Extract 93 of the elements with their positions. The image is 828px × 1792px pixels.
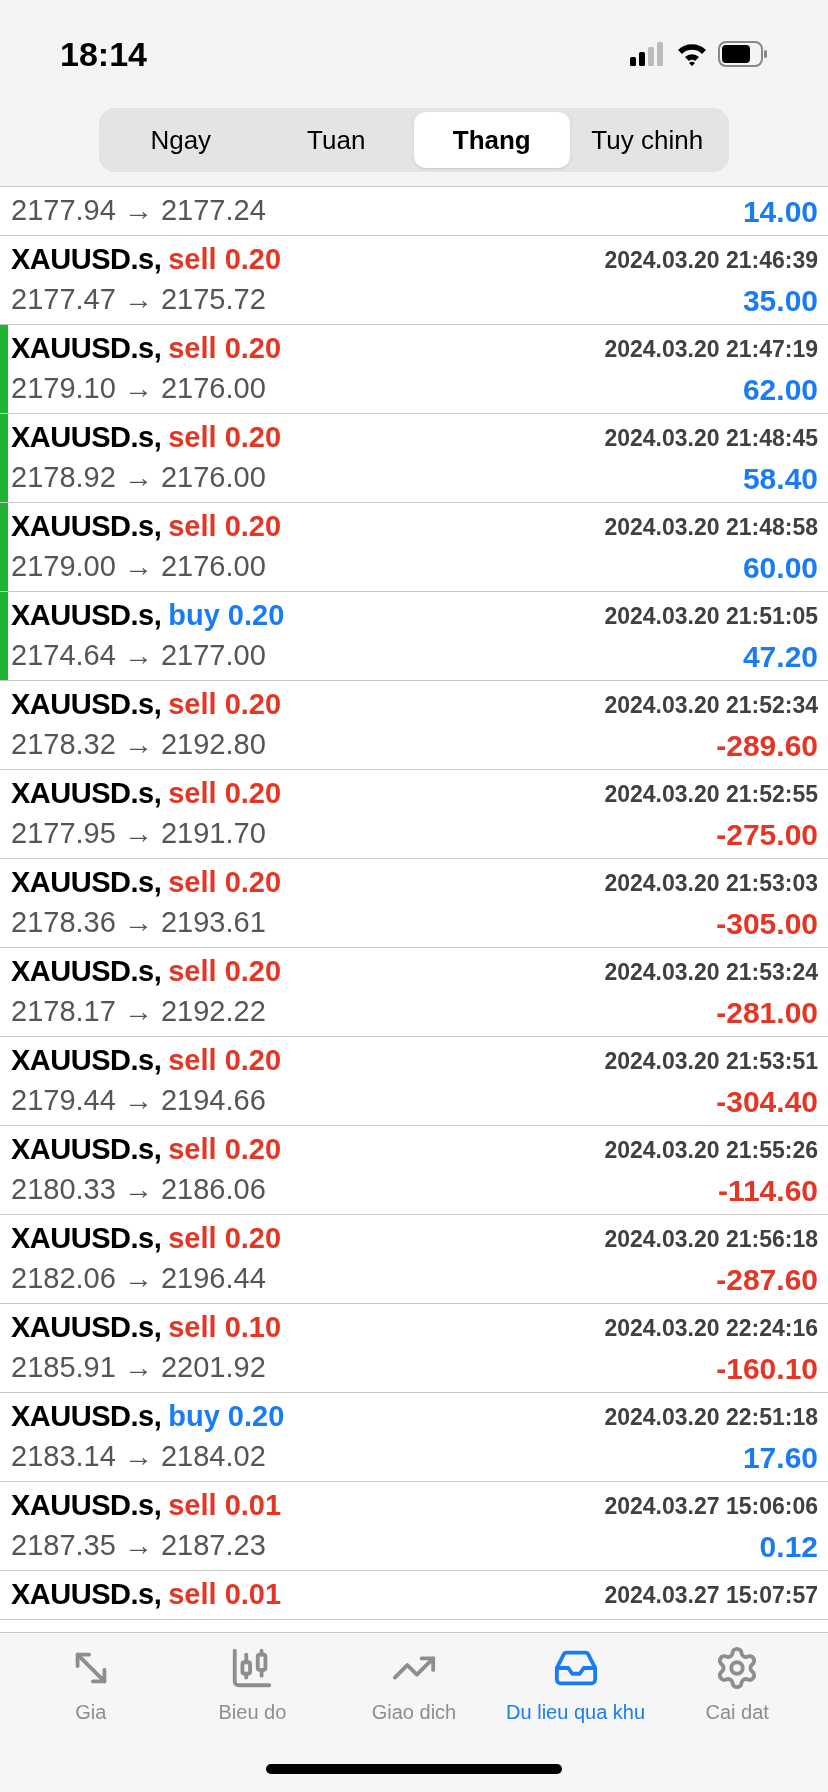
symbol-label: XAUUSD.s, — [11, 687, 162, 723]
profit-value: -289.60 — [716, 727, 818, 764]
status-time: 18:14 — [60, 33, 147, 75]
battery-icon — [718, 41, 768, 67]
deal-time: 2024.03.20 21:56:18 — [604, 1224, 818, 1254]
price-range: 2179.44 → 2194.66 — [11, 1083, 266, 1119]
deal-time: 2024.03.20 21:46:39 — [604, 245, 818, 275]
order-label: sell 0.20 — [168, 954, 282, 990]
profit-value: 0.12 — [759, 1528, 818, 1565]
profit-value: -304.40 — [716, 1083, 818, 1120]
order-label: sell 0.20 — [168, 509, 282, 545]
deal-time: 2024.03.20 21:52:34 — [604, 690, 818, 720]
profit-value: -305.00 — [716, 905, 818, 942]
deal-time: 2024.03.20 21:51:05 — [604, 601, 818, 631]
profit-value: -275.00 — [716, 816, 818, 853]
period-tab[interactable]: Tuan — [258, 112, 414, 168]
symbol-label: XAUUSD.s, — [11, 1132, 162, 1168]
price-range: 2185.91 → 2201.92 — [11, 1350, 266, 1386]
price-range: 2177.47 → 2175.72 — [11, 282, 266, 318]
symbol-label: XAUUSD.s, — [11, 331, 162, 367]
price-range: 2177.95 → 2191.70 — [11, 816, 266, 852]
deal-time: 2024.03.20 22:51:18 — [604, 1402, 818, 1432]
signal-icon — [630, 42, 666, 66]
profit-value: -114.60 — [717, 1172, 818, 1209]
order-label: sell 0.20 — [168, 420, 282, 456]
price-range: 2180.33 → 2186.06 — [11, 1172, 266, 1208]
tab-bar-item[interactable]: Giao dich — [334, 1645, 494, 1727]
deal-time: 2024.03.20 21:53:24 — [604, 957, 818, 987]
tab-bar-item[interactable]: Gia — [10, 1645, 171, 1727]
symbol-label: XAUUSD.s, — [11, 509, 162, 545]
profit-value: 17.60 — [742, 1439, 818, 1476]
deal-time: 2024.03.27 15:07:57 — [604, 1580, 818, 1610]
profit-value: 35.00 — [742, 282, 818, 319]
price-range: 2179.10 → 2176.00 — [11, 371, 266, 407]
deal-time: 2024.03.20 21:48:45 — [604, 423, 818, 453]
price-range: 2179.00 → 2176.00 — [11, 549, 266, 585]
deal-time: 2024.03.20 22:24:16 — [604, 1313, 818, 1343]
deal-time: 2024.03.20 21:52:55 — [604, 779, 818, 809]
tab-bar-item[interactable]: Du lieu qua khu — [495, 1645, 656, 1727]
order-label: sell 0.20 — [168, 242, 282, 278]
price-range: 2187.35 → 2187.23 — [11, 1528, 266, 1564]
wifi-icon — [676, 42, 708, 66]
price-range: 2178.17 → 2192.22 — [11, 994, 266, 1030]
order-label: buy 0.20 — [168, 598, 285, 634]
profit-value: 58.40 — [742, 460, 818, 497]
price-range: 2178.32 → 2192.80 — [11, 727, 266, 763]
profit-value: -287.60 — [716, 1261, 818, 1298]
deal-time: 2024.03.20 21:47:19 — [604, 334, 818, 364]
deal-time: 2024.03.27 15:06:06 — [604, 1491, 818, 1521]
order-label: sell 0.20 — [168, 865, 282, 901]
price-range: 2182.06 → 2196.44 — [11, 1261, 266, 1297]
symbol-label: XAUUSD.s, — [11, 420, 162, 456]
period-tab[interactable]: Ngay — [103, 112, 259, 168]
profit-value: -281.00 — [716, 994, 818, 1031]
price-range: 2174.64 → 2177.00 — [11, 638, 266, 674]
price-range: 2183.14 → 2184.02 — [11, 1439, 266, 1475]
order-label: sell 0.10 — [168, 1310, 282, 1346]
price-range: 2178.92 → 2176.00 — [11, 460, 266, 496]
deal-time: 2024.03.20 21:53:03 — [604, 868, 818, 898]
order-label: sell 0.20 — [168, 1043, 282, 1079]
deal-time: 2024.03.20 21:55:26 — [604, 1135, 818, 1165]
profit-value: 14.00 — [742, 193, 818, 230]
symbol-label: XAUUSD.s, — [11, 1043, 162, 1079]
profit-value: 47.20 — [742, 638, 818, 675]
order-label: sell 0.01 — [168, 1577, 282, 1613]
symbol-label: XAUUSD.s, — [11, 954, 162, 990]
order-label: sell 0.20 — [168, 776, 282, 812]
profit-value: -160.10 — [716, 1350, 818, 1387]
order-label: buy 0.20 — [168, 1399, 285, 1435]
symbol-label: XAUUSD.s, — [11, 598, 162, 634]
symbol-label: XAUUSD.s, — [11, 1221, 162, 1257]
order-label: sell 0.20 — [168, 1132, 282, 1168]
order-label: sell 0.20 — [168, 687, 282, 723]
period-tab[interactable]: Thang — [414, 112, 570, 168]
symbol-label: XAUUSD.s, — [11, 1399, 162, 1435]
order-label: sell 0.01 — [168, 1488, 282, 1524]
deal-time: 2024.03.20 21:53:51 — [604, 1046, 818, 1076]
profit-value: 60.00 — [742, 549, 818, 586]
tab-bar-item[interactable]: Cai dat — [657, 1645, 818, 1727]
symbol-label: XAUUSD.s, — [11, 1310, 162, 1346]
order-label: sell 0.20 — [168, 1221, 282, 1257]
symbol-label: XAUUSD.s, — [11, 242, 162, 278]
symbol-label: XAUUSD.s, — [11, 865, 162, 901]
period-tab[interactable]: Tuy chinh — [569, 112, 725, 168]
symbol-label: XAUUSD.s, — [11, 776, 162, 812]
symbol-label: XAUUSD.s, — [11, 1488, 162, 1524]
symbol-label: XAUUSD.s, — [11, 1577, 162, 1613]
order-label: sell 0.20 — [168, 331, 282, 367]
deal-time: 2024.03.20 21:48:58 — [604, 512, 818, 542]
price-range: 2178.36 → 2193.61 — [11, 905, 266, 941]
tab-bar-item[interactable]: Bieu do — [172, 1645, 333, 1727]
profit-value: 62.00 — [742, 371, 818, 408]
price-range: 2177.94 → 2177.24 — [11, 193, 266, 229]
